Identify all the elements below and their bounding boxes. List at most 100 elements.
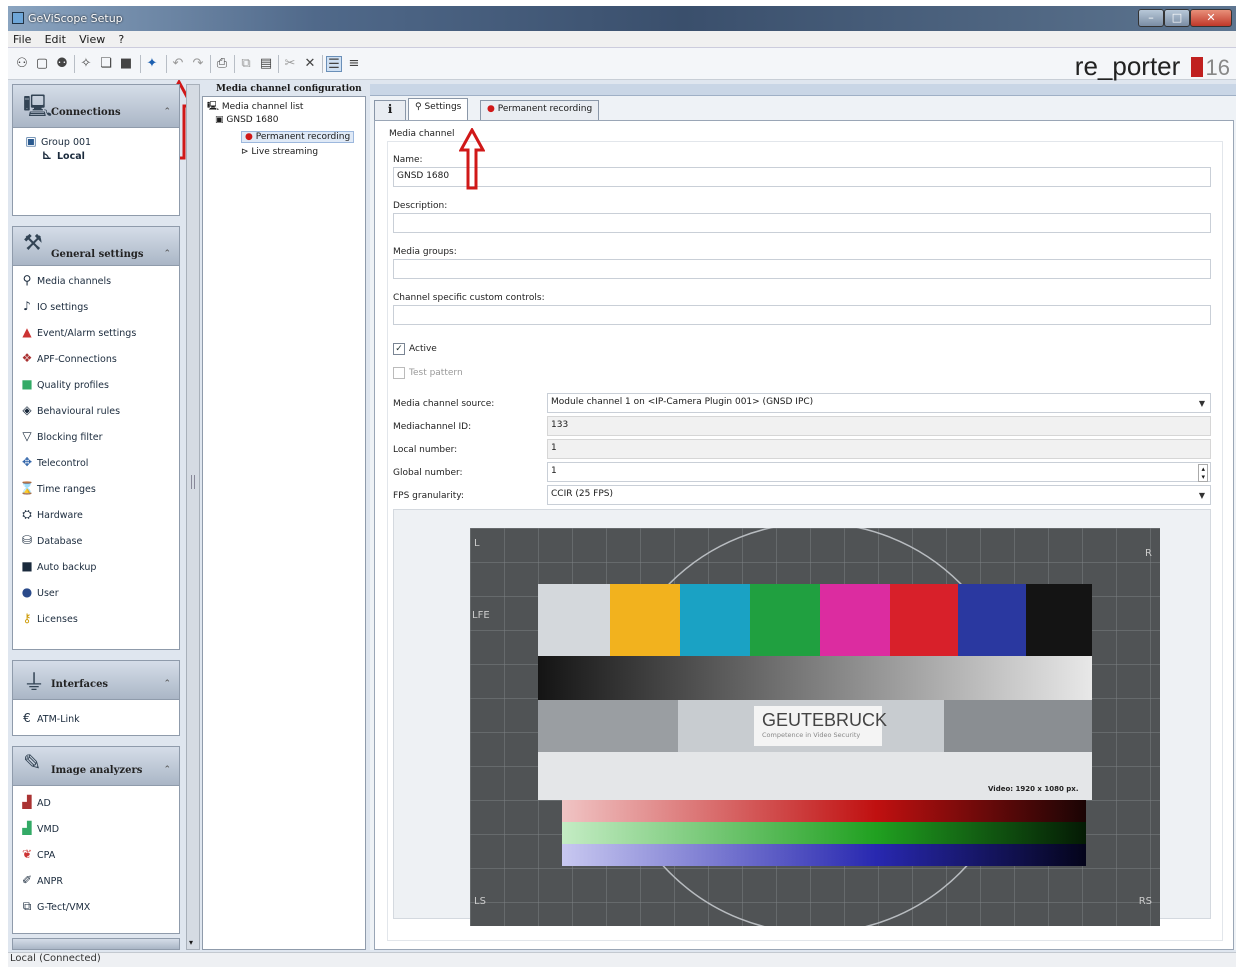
nav-ad[interactable]: ▟ AD [19,792,50,812]
nav-database[interactable]: ⛁ Database [19,530,82,550]
nav-label: Licenses [37,614,78,625]
details-view-icon[interactable]: ☰ [326,56,342,72]
nav-label: Database [37,536,83,547]
test-pattern-label: Test pattern [409,368,463,378]
nav-cpa[interactable]: ❦ CPA [19,844,55,864]
custom-controls-input[interactable] [393,305,1211,325]
tree-live-streaming-label: Live streaming [251,147,319,157]
nav-label: Telecontrol [37,458,89,469]
menu-edit[interactable]: Edit [40,31,71,46]
minimize-button[interactable]: – [1138,9,1164,27]
nav-behavioural-rules[interactable]: ◈ Behavioural rules [19,400,120,420]
print-icon[interactable]: ⎙ [214,56,230,72]
global-number-stepper[interactable]: 1 ▴ ▾ [547,462,1211,482]
nav-apf-connections[interactable]: ❖ APF-Connections [19,348,117,368]
fps-granularity-label: FPS granularity: [393,491,464,501]
tree-root[interactable]: 🖳 Media channel list [207,99,303,115]
tree-permanent-recording[interactable]: ● Permanent recording [241,131,355,143]
nav-gtect[interactable]: ⧉ G-Tect/VMX [19,896,91,916]
brand-version: 16 [1205,55,1230,80]
test-pattern-checkbox[interactable] [393,367,405,379]
interfaces-header[interactable]: ⏚ Interfaces ⌃ [12,660,180,700]
nav-blocking-filter[interactable]: ▽ Blocking filter [19,426,102,446]
paste-icon[interactable]: ▤ [258,56,274,72]
brand-pin-icon [1190,57,1203,77]
menu-file[interactable]: File [8,31,36,46]
nav-media-channels[interactable]: ⚲ Media channels [19,270,112,290]
maximize-button[interactable]: □ [1164,9,1190,27]
tab-settings[interactable]: ⚲ Settings [408,98,469,121]
cut-icon[interactable]: ✂ [282,56,298,72]
nav-label: CPA [37,850,56,861]
nav-auto-backup[interactable]: ■ Auto backup [19,556,96,576]
redo-icon[interactable]: ↷ [190,56,206,72]
nav-licenses[interactable]: ⚷ Licenses [19,608,78,628]
general-settings-header[interactable]: ⚒ General settings ⌃ [12,226,180,266]
send-setup-icon[interactable]: ✦ [144,56,160,72]
chevron-up-icon[interactable]: ⌃ [163,679,171,689]
nav-quality-profiles[interactable]: ■ Quality profiles [19,374,109,394]
name-input[interactable]: GNSD 1680 [393,167,1211,187]
info-icon: ℹ [387,102,393,116]
brand-name: re_porter [1074,51,1181,81]
list-view-icon[interactable]: ≡ [346,56,362,72]
menu-view[interactable]: View [74,31,110,46]
close-button[interactable]: ✕ [1190,9,1232,27]
nav-telecontrol[interactable]: ✥ Telecontrol [19,452,88,472]
nav-io-settings[interactable]: ♪ IO settings [19,296,88,316]
image-analyzers-panel: ▟ AD ▟ VMD ❦ CPA ✐ ANPR ⧉ G-Tect/VMX [12,786,180,934]
nav-hardware[interactable]: ⛭ Hardware [19,504,83,524]
image-analyzers-header[interactable]: ✎ Image analyzers ⌃ [12,746,180,786]
tab-permanent-recording[interactable]: ● Permanent recording [480,100,600,120]
description-input[interactable] [393,213,1211,233]
active-checkbox[interactable]: ✓ [393,343,405,355]
nav-vmd[interactable]: ▟ VMD [19,818,59,838]
source-select[interactable]: Module channel 1 on <IP-Camera Plugin 00… [547,393,1211,413]
chevron-up-icon[interactable]: ⌃ [163,107,171,117]
tree-item-local[interactable]: ⊾ Local [39,148,85,162]
nav-time-ranges[interactable]: ⌛ Time ranges [19,478,96,498]
nav-label: ATM-Link [37,714,80,725]
collapsed-section-header[interactable] [12,938,180,950]
delete-icon[interactable]: ✕ [302,56,318,72]
plug-icon: ⏚ [23,671,46,696]
save-icon[interactable]: ■ [118,56,134,72]
stepper-arrows-icon[interactable]: ▴ ▾ [1198,464,1208,482]
tree-device[interactable]: ▣ GNSD 1680 [215,115,279,125]
nav-anpr[interactable]: ✐ ANPR [19,870,63,890]
open-folder-icon[interactable]: ❏ [98,56,114,72]
source-value: Module channel 1 on <IP-Camera Plugin 00… [551,397,814,407]
media-channel-tree: 🖳 Media channel list ▣ GNSD 1680 ● Perma… [202,96,366,950]
source-label: Media channel source: [393,399,495,409]
menu-help[interactable]: ? [113,31,129,46]
scroll-down-icon[interactable]: ▾ [189,938,193,947]
global-number-value: 1 [551,466,557,476]
network-icon[interactable]: ⚉ [54,56,70,72]
scroll-grip[interactable] [191,475,195,489]
nav-atm-link[interactable]: € ATM-Link [19,708,80,728]
disconnect-icon[interactable]: ▢ [34,56,50,72]
nav-label: Time ranges [37,484,96,495]
tree-item-group[interactable]: ▣ Group 001 [23,134,91,148]
undo-icon[interactable]: ↶ [170,56,186,72]
mediachannel-id-label: Mediachannel ID: [393,422,472,432]
media-groups-input[interactable] [393,259,1211,279]
connect-icon[interactable]: ⚇ [14,56,30,72]
chevron-up-icon[interactable]: ⌃ [163,249,171,259]
fps-granularity-select[interactable]: CCIR (25 FPS) ▼ [547,485,1211,505]
group-label: Group 001 [41,137,92,148]
nav-user[interactable]: ● User [19,582,59,602]
stream-icon: ⊳ [241,147,252,157]
corner-label-l: L [474,538,480,549]
connections-header[interactable]: 🖳 Connections ⌃ [12,84,180,128]
chevron-down-icon: ▼ [1198,399,1205,408]
tab-info[interactable]: ℹ [374,100,406,120]
sidebar-scrollbar[interactable]: ▾ [186,84,200,950]
new-icon[interactable]: ✧ [78,56,94,72]
tree-live-streaming[interactable]: ⊳ Live streaming [241,147,318,157]
chevron-up-icon[interactable]: ⌃ [163,765,171,775]
copy-icon[interactable]: ⧉ [238,56,254,72]
nav-event-alarm[interactable]: ▲ Event/Alarm settings [19,322,136,342]
record-icon: ● [487,104,498,114]
tree-device-label: GNSD 1680 [226,115,279,125]
